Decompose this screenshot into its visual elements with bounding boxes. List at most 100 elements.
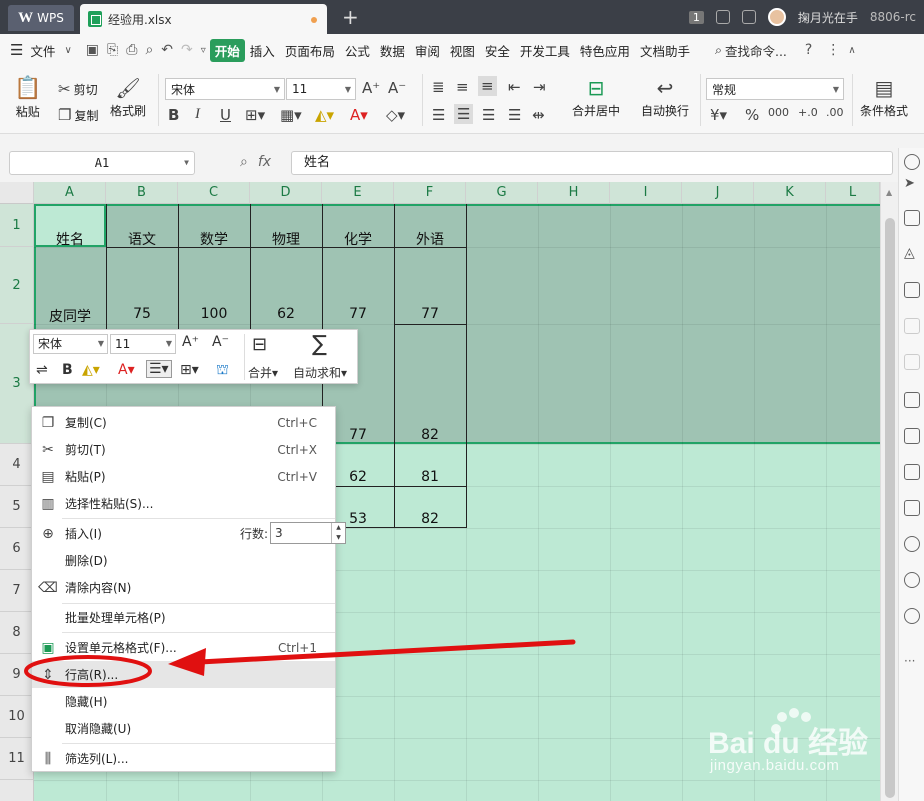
cursor-icon[interactable]: ➤ [904,176,920,192]
menu-item-batch-process[interactable]: 批量处理单元格(P) [32,604,335,631]
align-right-icon[interactable]: ☰ [482,106,495,124]
name-box[interactable]: A1 ▼ [9,151,195,175]
cell-f5[interactable]: 82 [394,511,466,527]
cell-f2[interactable]: 77 [394,306,466,322]
row-header-6[interactable]: 6 [0,528,34,570]
window-icon[interactable] [741,10,756,24]
paste-button[interactable]: 📋 粘贴 [14,76,41,120]
user-name[interactable]: 掬月光在手 [798,9,858,26]
cell-a1[interactable]: 姓名 [34,229,106,249]
row-header-8[interactable]: 8 [0,612,34,654]
menu-doc-assistant[interactable]: 文档助手 [635,41,695,60]
help-icon[interactable] [904,608,920,624]
column-header-a[interactable]: A [34,182,106,204]
merge-center-button[interactable]: ⊟ 合并居中 [572,76,620,119]
cell-c1[interactable]: 数学 [178,229,250,249]
menu-item-clear-contents[interactable]: ⌫ 清除内容(N) [32,574,335,601]
row-header-12[interactable] [0,780,34,801]
column-header-l[interactable]: L [826,182,880,204]
menu-insert[interactable]: 插入 [245,41,280,60]
menu-home[interactable]: 开始 [209,38,245,62]
align-center-icon[interactable]: ☰ [454,104,474,124]
wrap-icon[interactable]: ⇌ [36,362,48,378]
column-header-k[interactable]: K [754,182,826,204]
style-icon[interactable]: ◬ [904,245,920,261]
archive-icon[interactable] [904,464,920,480]
file-tab[interactable]: 经验用.xlsx [80,4,327,34]
menu-item-format-cells[interactable]: ▣ 设置单元格格式(F)... Ctrl+1 [32,634,335,661]
align-top-icon[interactable]: ≣ [432,78,445,96]
font-size-select[interactable]: 11 ▼ [286,78,356,100]
column-header-j[interactable]: J [682,182,754,204]
copy-button[interactable]: ❐ 复制 [58,106,98,124]
merge-cells-icon[interactable]: ⊟ [252,334,267,355]
menu-item-hide[interactable]: 隐藏(H) [32,688,335,715]
decrease-font-icon[interactable]: A⁻ [212,334,229,350]
menu-item-unhide[interactable]: 取消隐藏(U) [32,715,335,742]
menu-item-copy[interactable]: ❐ 复制(C) Ctrl+C [32,409,335,436]
column-header-f[interactable]: F [394,182,466,204]
scroll-up-icon[interactable]: ▲ [886,188,892,197]
increase-font-icon[interactable]: A⁺ [362,79,380,97]
row-header-7[interactable]: 7 [0,570,34,612]
menu-page-layout[interactable]: 页面布局 [280,41,340,60]
filter-icon[interactable] [904,354,920,370]
font-color-icon[interactable]: A▾ [350,106,368,124]
menu-item-row-height[interactable]: ⇕ 行高(R)... [32,661,335,688]
menu-item-paste[interactable]: ▤ 粘贴(P) Ctrl+V [32,463,335,490]
menu-item-cut[interactable]: ✂ 剪切(T) Ctrl+X [32,436,335,463]
row-header-5[interactable]: 5 [0,486,34,528]
more-icon[interactable]: ··· [904,654,920,670]
cell-f3[interactable]: 82 [394,427,466,443]
number-format-select[interactable]: 常规 ▼ [706,78,844,100]
align-icon[interactable]: ☰▾ [146,360,172,378]
brush-icon[interactable]: ⛫ [216,362,229,380]
row-header-9[interactable]: 9 [0,654,34,696]
eraser-icon[interactable]: ◇▾ [386,106,405,124]
wps-home-tab[interactable]: W WPS [8,5,74,31]
menu-security[interactable]: 安全 [480,41,515,60]
undo-icon[interactable]: ↶ [157,42,177,58]
print-preview-icon[interactable]: ⌕ [141,42,157,58]
zoom-search-icon[interactable]: ⌕ [240,154,248,170]
row-header-2[interactable]: 2 [0,247,34,324]
column-header-g[interactable]: G [466,182,538,204]
command-search[interactable]: ⌕ 查找命令... [715,41,787,60]
underline-icon[interactable]: U [220,106,231,124]
cell-d1[interactable]: 物理 [250,229,322,249]
format-painter-button[interactable]: 🖌 格式刷 [110,76,146,119]
print-icon[interactable]: ⎙ [122,42,141,58]
column-header-e[interactable]: E [322,182,394,204]
history-icon[interactable] [904,572,920,588]
mini-merge-button[interactable]: 合并▾ [248,364,278,381]
rows-count-input[interactable]: 3 ▲ ▼ [270,522,346,544]
export-pdf-icon[interactable]: ⎘ [103,42,122,58]
cell-b1[interactable]: 语文 [106,229,178,249]
column-header-d[interactable]: D [250,182,322,204]
percent-icon[interactable]: % [745,106,759,124]
menu-view[interactable]: 视图 [445,41,480,60]
share-icon[interactable] [904,428,920,444]
shield-icon[interactable] [904,536,920,552]
more-icon[interactable]: ⋮ [822,42,844,58]
mini-autosum-button[interactable]: 自动求和▾ [293,364,347,381]
pivot-icon[interactable] [904,318,920,334]
row-header-4[interactable]: 4 [0,444,34,486]
auto-wrap-button[interactable]: ↩ 自动换行 [641,76,689,119]
align-middle-icon[interactable]: ≡ [456,78,469,96]
help-icon[interactable]: ? [801,42,816,58]
dropdown-chevron-icon[interactable]: ∨ [60,45,75,56]
cell-f1[interactable]: 外语 [394,229,466,249]
fill-color-icon[interactable]: ◭▾ [315,106,334,124]
cell-b2[interactable]: 75 [106,306,178,322]
fill-pattern-icon[interactable]: ▦▾ [280,106,302,124]
column-header-h[interactable]: H [538,182,610,204]
borders-icon[interactable]: ⊞▾ [180,362,199,378]
indent-decrease-icon[interactable]: ⇤ [508,78,521,96]
align-bottom-icon[interactable]: ≡ [478,76,497,96]
select-all-corner[interactable] [0,182,34,204]
decrease-font-icon[interactable]: A⁻ [388,79,406,97]
row-header-10[interactable]: 10 [0,696,34,738]
menu-special-apps[interactable]: 特色应用 [575,41,635,60]
borders-icon[interactable]: ⊞▾ [245,106,265,124]
